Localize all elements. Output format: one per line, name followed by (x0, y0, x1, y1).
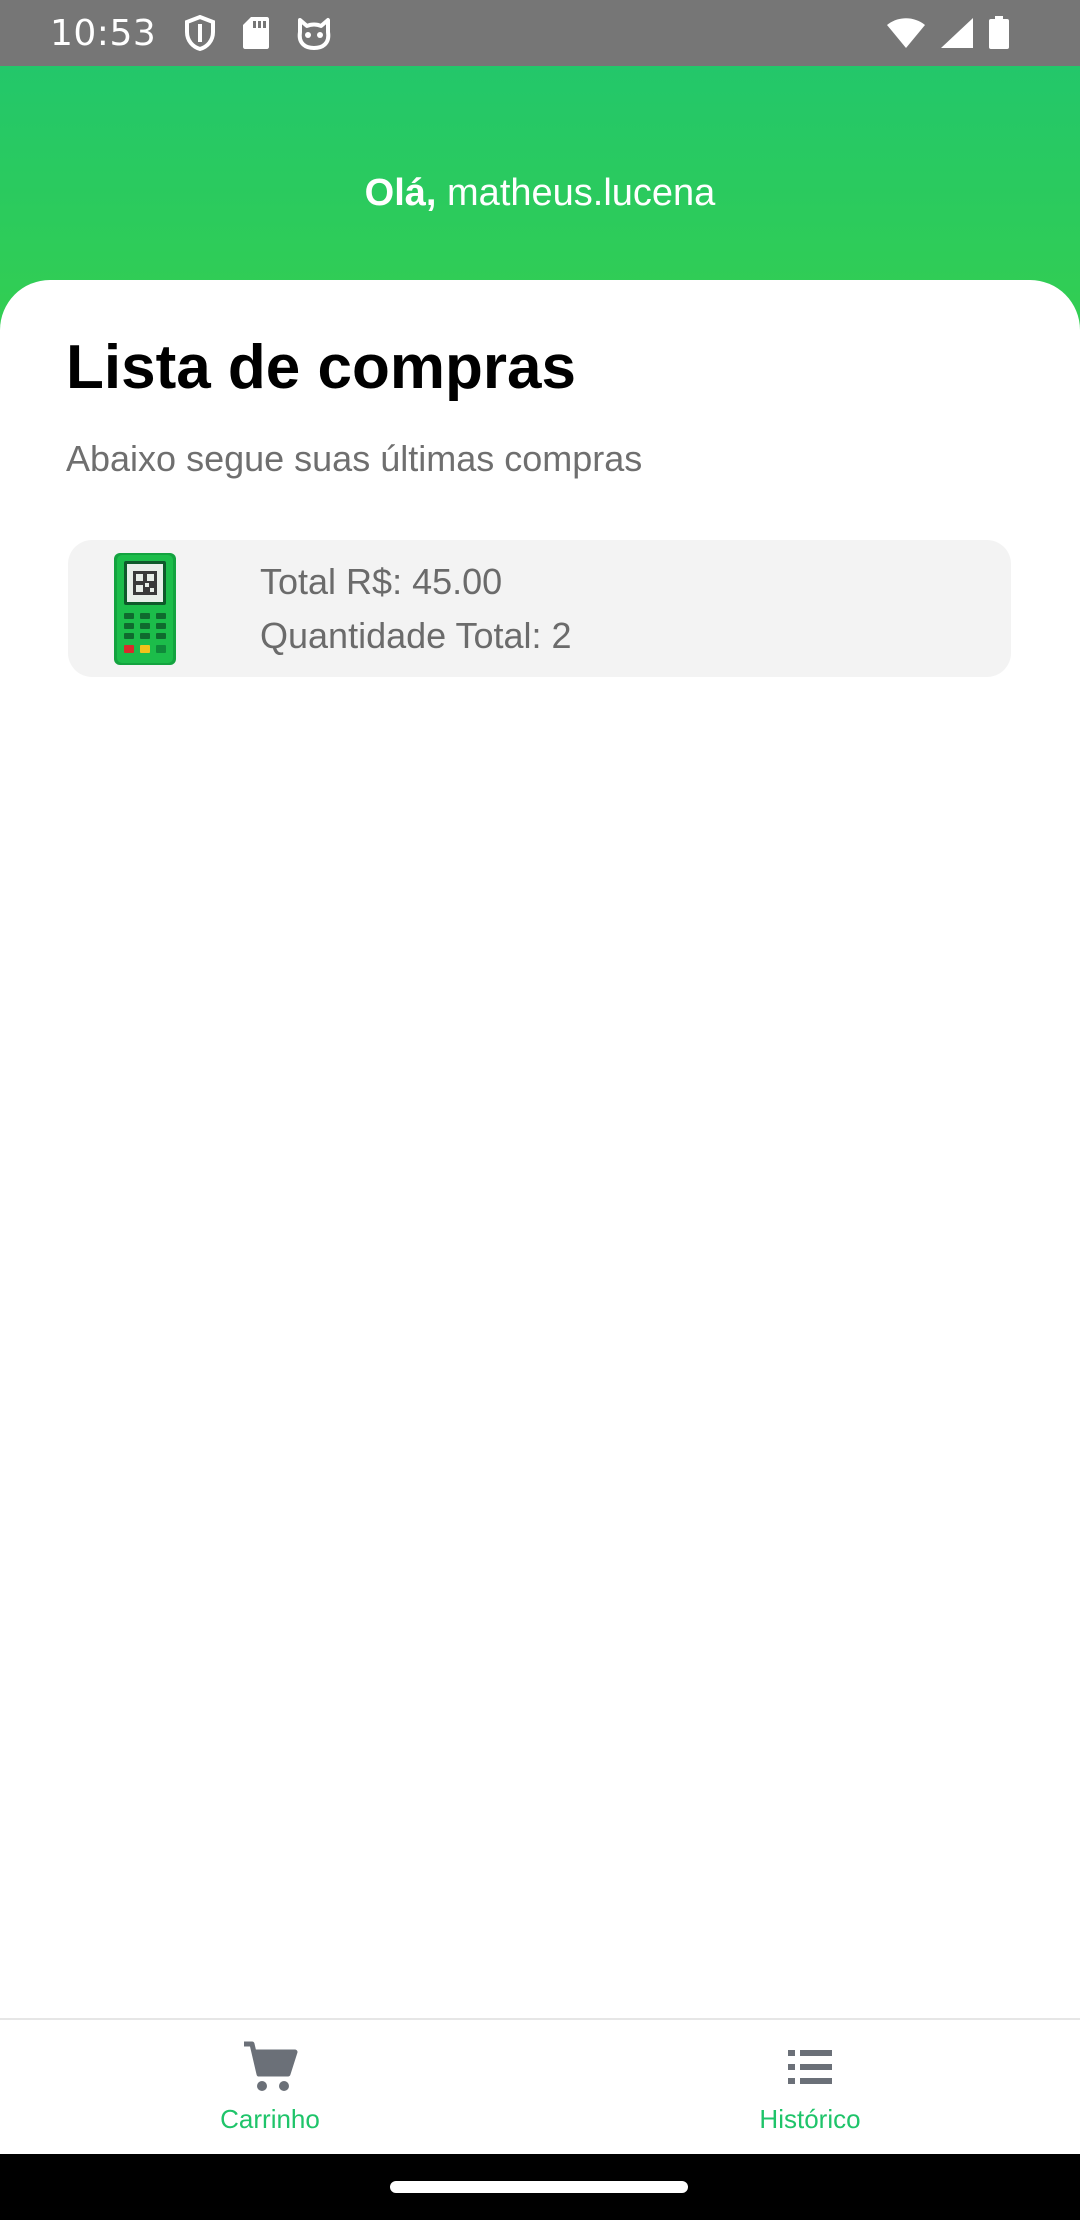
greeting-label: Olá, (364, 172, 437, 214)
status-time: 10:53 (50, 12, 157, 54)
purchase-quantity: Quantidade Total: 2 (260, 614, 572, 656)
purchase-card[interactable]: Total R$: 45.00 Quantidade Total: 2 (68, 540, 1011, 677)
nav-item-historico[interactable]: Histórico (540, 2020, 1080, 2154)
purchase-total: Total R$: 45.00 (260, 560, 503, 602)
nav-label-historico: Histórico (759, 2104, 861, 2134)
cart-icon (242, 2040, 298, 2094)
status-icons-right (886, 0, 1010, 66)
shield-icon (184, 15, 216, 51)
nav-label-carrinho: Carrinho (220, 2104, 320, 2134)
username: matheus.lucena (447, 172, 716, 214)
bottom-nav: Carrinho Histórico (0, 2018, 1080, 2154)
purchase-list: Total R$: 45.00 Quantidade Total: 2 (68, 540, 1011, 677)
page-subtitle: Abaixo segue suas últimas compras (66, 438, 643, 479)
card-machine-icon (114, 552, 176, 665)
greeting: Olá, matheus.lucena (0, 172, 1080, 215)
system-navigation-bar (0, 2154, 1080, 2220)
page-title: Lista de compras (66, 333, 576, 402)
signal-icon (940, 17, 974, 49)
home-indicator[interactable] (390, 2181, 688, 2193)
purchase-info: Total R$: 45.00 Quantidade Total: 2 (260, 561, 572, 657)
cat-face-icon (296, 16, 332, 50)
battery-icon (988, 16, 1010, 50)
status-bar: 10:53 (0, 0, 1080, 66)
nav-item-carrinho[interactable]: Carrinho (0, 2020, 540, 2154)
content-panel: Lista de compras Abaixo segue suas últim… (0, 280, 1080, 2020)
list-icon (782, 2040, 838, 2094)
status-icons-left (184, 15, 332, 51)
wifi-icon (886, 17, 926, 49)
app-screen: 10:53 Olá, matheus.lucena Lista de compr… (0, 0, 1080, 2220)
sd-card-icon (242, 16, 270, 50)
